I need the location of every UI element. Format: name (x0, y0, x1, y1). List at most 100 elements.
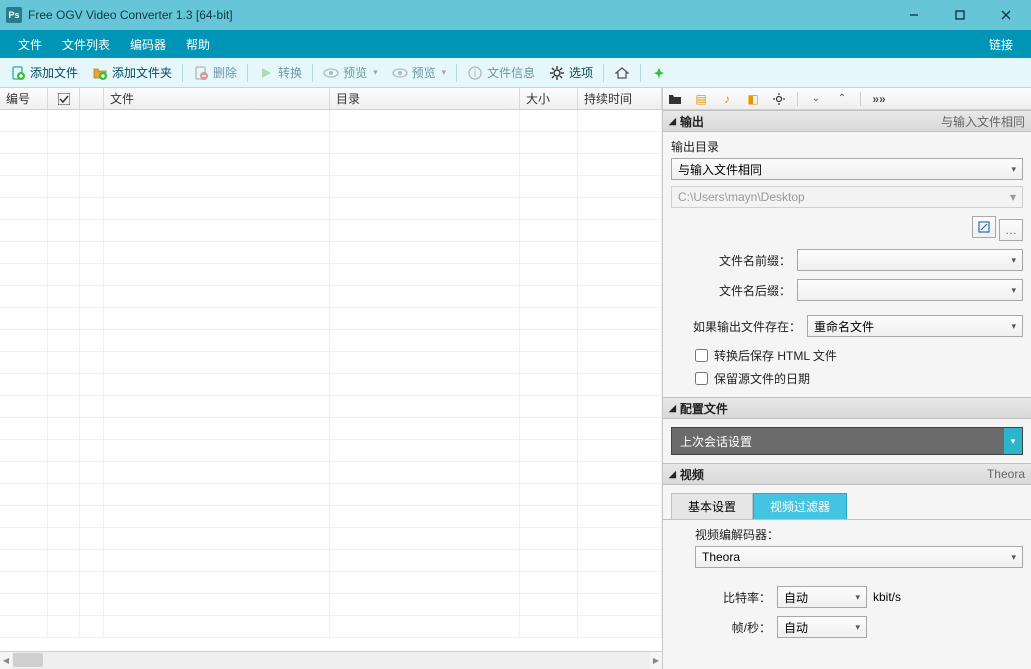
bitrate-unit: kbit/s (873, 590, 901, 604)
chevron-down-icon: ▾ (1010, 190, 1016, 204)
preview2-label: 预览 (412, 64, 436, 81)
col-number[interactable]: 编号 (0, 88, 48, 109)
suffix-label: 文件名后缀： (671, 282, 791, 299)
gear-icon (549, 65, 565, 81)
exists-value: 重命名文件 (814, 318, 874, 335)
folder-icon[interactable] (667, 91, 683, 107)
main-toolbar: 添加文件 添加文件夹 删除 转换 预览 ▾ 预览 ▾ i 文件信息 选项 (0, 58, 1031, 88)
bitrate-value: 自动 (784, 589, 808, 606)
file-info-button[interactable]: i 文件信息 (461, 61, 541, 84)
delete-label: 删除 (213, 64, 237, 81)
codec-select[interactable]: Theora ▾ (695, 546, 1023, 568)
output-dir-label: 输出目录 (671, 138, 1023, 155)
convert-button[interactable]: 转换 (252, 61, 308, 84)
edit-path-button[interactable] (972, 216, 996, 238)
output-path-field[interactable]: C:\Users\mayn\Desktop ▾ (671, 186, 1023, 208)
profile-value: 上次会话设置 (680, 433, 752, 450)
options-label: 选项 (569, 64, 593, 81)
video-section-header[interactable]: ◢ 视频 Theora (663, 463, 1031, 485)
prefix-select[interactable]: ▾ (797, 249, 1023, 271)
info-icon: i (467, 65, 483, 81)
bitrate-select[interactable]: 自动▾ (777, 586, 867, 608)
menu-file[interactable]: 文件 (8, 32, 52, 57)
file-grid: 编号 文件 目录 大小 持续时间 (0, 88, 663, 669)
browse-path-button[interactable]: … (999, 219, 1023, 241)
col-size[interactable]: 大小 (520, 88, 578, 109)
minimize-button[interactable] (891, 1, 937, 29)
menu-bar: 文件 文件列表 编码器 帮助 链接 (0, 30, 1031, 58)
bitrate-label: 比特率： (671, 589, 771, 606)
tab-basic[interactable]: 基本设置 (671, 493, 753, 519)
delete-icon (193, 65, 209, 81)
chevron-down-icon: ▾ (1011, 552, 1016, 563)
menu-link[interactable]: 链接 (979, 32, 1023, 57)
col-dir[interactable]: 目录 (330, 88, 520, 109)
menu-encoder[interactable]: 编码器 (120, 32, 176, 57)
output-dir-select[interactable]: 与输入文件相同 ▾ (671, 158, 1023, 180)
triangle-icon: ◢ (669, 403, 676, 414)
chevron-down-icon[interactable]: ⌄ (808, 91, 824, 107)
add-file-icon (10, 65, 26, 81)
output-dir-value: 与输入文件相同 (678, 161, 762, 178)
eye-icon (323, 65, 339, 81)
save-icon[interactable]: ◧ (745, 91, 761, 107)
col-file[interactable]: 文件 (104, 88, 330, 109)
save-html-checkbox[interactable]: 转换后保存 HTML 文件 (695, 347, 1023, 364)
fps-select[interactable]: 自动▾ (777, 616, 867, 638)
chevron-down-icon: ▾ (1004, 428, 1022, 454)
document-icon[interactable]: ▤ (693, 91, 709, 107)
chevron-up-icon[interactable]: ⌃ (834, 91, 850, 107)
add-folder-button[interactable]: 添加文件夹 (86, 61, 178, 84)
close-button[interactable] (983, 1, 1029, 29)
preview1-label: 预览 (343, 64, 367, 81)
pin-icon (651, 65, 667, 81)
chevron-down-icon: ▾ (1011, 164, 1016, 175)
more-icon[interactable]: »» (871, 91, 887, 107)
svg-text:i: i (474, 66, 477, 80)
preview1-button[interactable]: 预览 ▾ (317, 61, 384, 84)
home-button[interactable] (608, 62, 636, 84)
menu-help[interactable]: 帮助 (176, 32, 220, 57)
fps-value: 自动 (784, 619, 808, 636)
keep-date-checkbox[interactable]: 保留源文件的日期 (695, 370, 1023, 387)
delete-button[interactable]: 删除 (187, 61, 243, 84)
maximize-button[interactable] (937, 1, 983, 29)
eye-icon (392, 65, 408, 81)
suffix-select[interactable]: ▾ (797, 279, 1023, 301)
grid-header: 编号 文件 目录 大小 持续时间 (0, 88, 662, 110)
codec-value: Theora (702, 550, 740, 564)
col-duration[interactable]: 持续时间 (578, 88, 662, 109)
title-bar: Ps Free OGV Video Converter 1.3 [64-bit] (0, 0, 1031, 30)
music-icon[interactable]: ♪ (719, 91, 735, 107)
gear-icon[interactable] (771, 91, 787, 107)
convert-label: 转换 (278, 64, 302, 81)
chevron-down-icon: ▾ (373, 67, 378, 78)
exists-select[interactable]: 重命名文件▾ (807, 315, 1023, 337)
profile-select[interactable]: 上次会话设置 ▾ (671, 427, 1023, 455)
app-icon: Ps (6, 7, 22, 23)
settings-panel: ▤ ♪ ◧ ⌄ ⌃ »» ◢ 输出 与输入文件相同 输出目录 与输入文件相同 ▾… (663, 88, 1031, 669)
prefix-label: 文件名前缀： (671, 252, 791, 269)
video-title: 视频 (680, 466, 704, 483)
horizontal-scrollbar[interactable]: ◀ ▶ (0, 651, 662, 669)
triangle-icon: ◢ (669, 116, 676, 127)
exists-label: 如果输出文件存在： (671, 318, 801, 335)
tab-filter[interactable]: 视频过滤器 (753, 493, 847, 519)
output-section-header[interactable]: ◢ 输出 与输入文件相同 (663, 110, 1031, 132)
profile-title: 配置文件 (680, 400, 728, 417)
grid-body[interactable] (0, 110, 662, 651)
window-title: Free OGV Video Converter 1.3 [64-bit] (28, 8, 891, 22)
home-icon (614, 65, 630, 81)
col-check[interactable] (48, 88, 80, 109)
profile-section-header[interactable]: ◢ 配置文件 (663, 397, 1031, 419)
add-file-label: 添加文件 (30, 64, 78, 81)
menu-filelist[interactable]: 文件列表 (52, 32, 120, 57)
output-path-value: C:\Users\mayn\Desktop (678, 190, 805, 204)
video-tabs: 基本设置 视频过滤器 (663, 493, 1031, 520)
col-icon[interactable] (80, 88, 104, 109)
preview2-button[interactable]: 预览 ▾ (386, 61, 453, 84)
pin-button[interactable] (645, 62, 673, 84)
options-button[interactable]: 选项 (543, 61, 599, 84)
add-folder-label: 添加文件夹 (112, 64, 172, 81)
add-file-button[interactable]: 添加文件 (4, 61, 84, 84)
